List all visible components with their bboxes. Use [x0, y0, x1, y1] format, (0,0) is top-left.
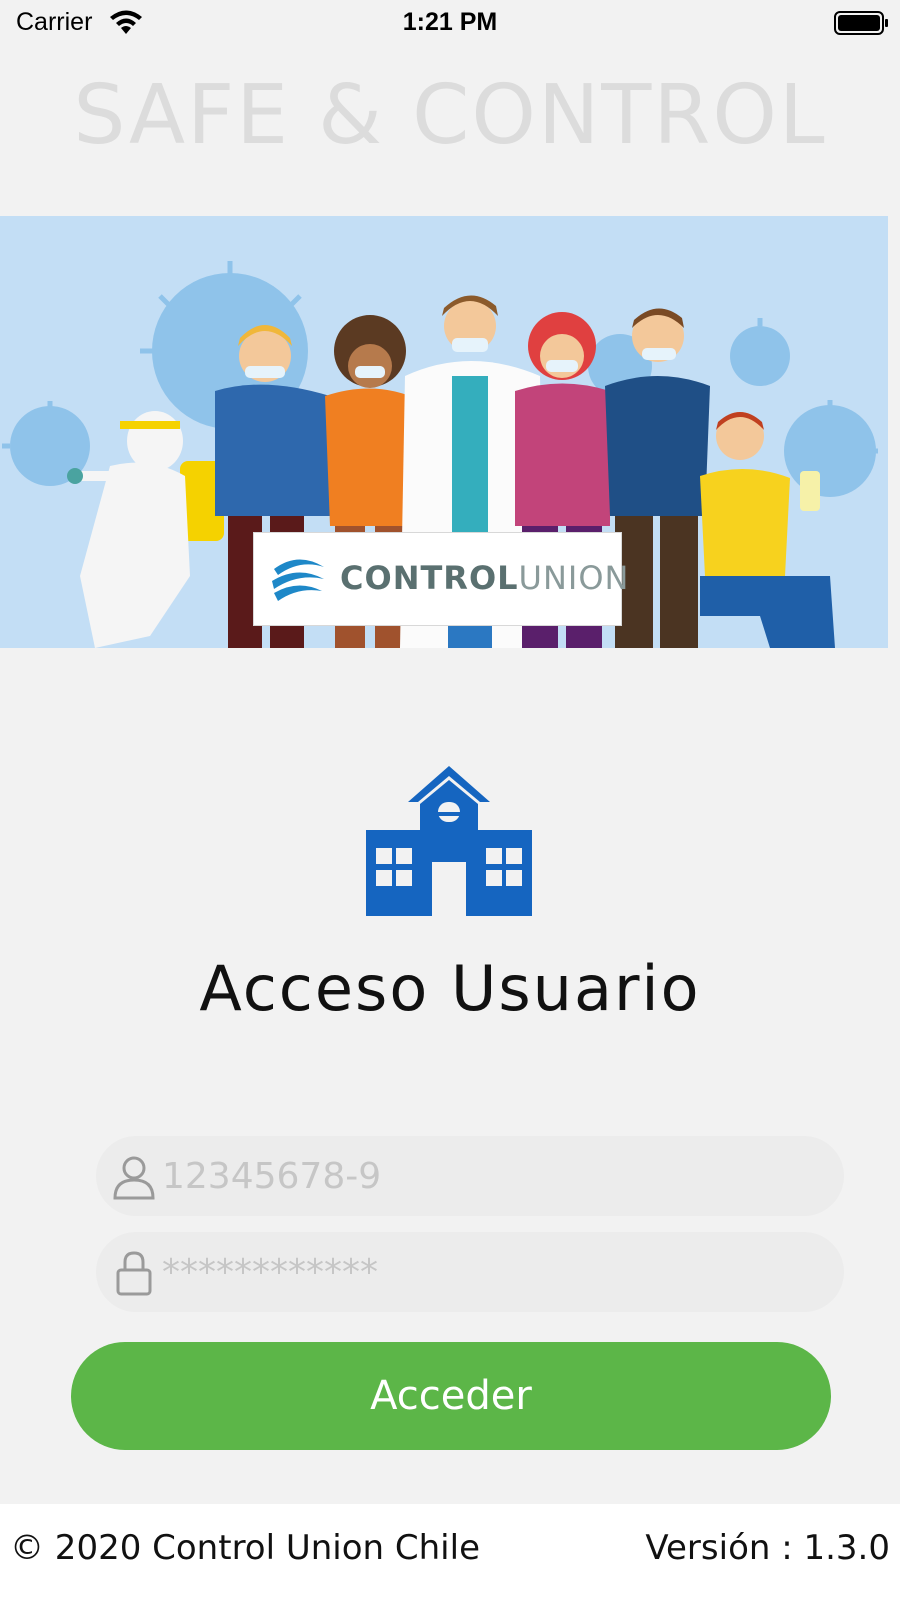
banner-illustration: CONTROLUNION — [0, 216, 888, 648]
username-input[interactable] — [162, 1144, 822, 1208]
status-time: 1:21 PM — [402, 8, 498, 36]
password-field[interactable] — [96, 1232, 844, 1312]
footer-copyright: © 2020 Control Union Chile — [10, 1528, 480, 1568]
user-icon — [113, 1156, 155, 1200]
lock-icon — [116, 1251, 152, 1296]
app-title: SAFE & CONTROL — [73, 68, 827, 163]
brand-bold-text: CONTROL — [340, 559, 519, 597]
controlunion-logo-icon — [272, 559, 324, 601]
password-input[interactable] — [162, 1240, 822, 1304]
username-field[interactable] — [96, 1136, 844, 1216]
brand-logo-box: CONTROLUNION — [253, 532, 628, 626]
footer-version: Versión : 1.3.0 — [645, 1528, 890, 1568]
brand-light-text: UNION — [518, 559, 630, 597]
footer: © 2020 Control Union Chile Versión : 1.3… — [0, 1504, 900, 1598]
login-heading: Acceso Usuario — [199, 952, 701, 1025]
status-bar: Carrier 1:21 PM — [0, 0, 900, 48]
brand-wordmark: CONTROLUNION — [340, 559, 629, 597]
school-building-icon — [366, 766, 532, 916]
acceder-button[interactable]: Acceder — [71, 1342, 831, 1450]
battery-icon — [834, 11, 888, 35]
